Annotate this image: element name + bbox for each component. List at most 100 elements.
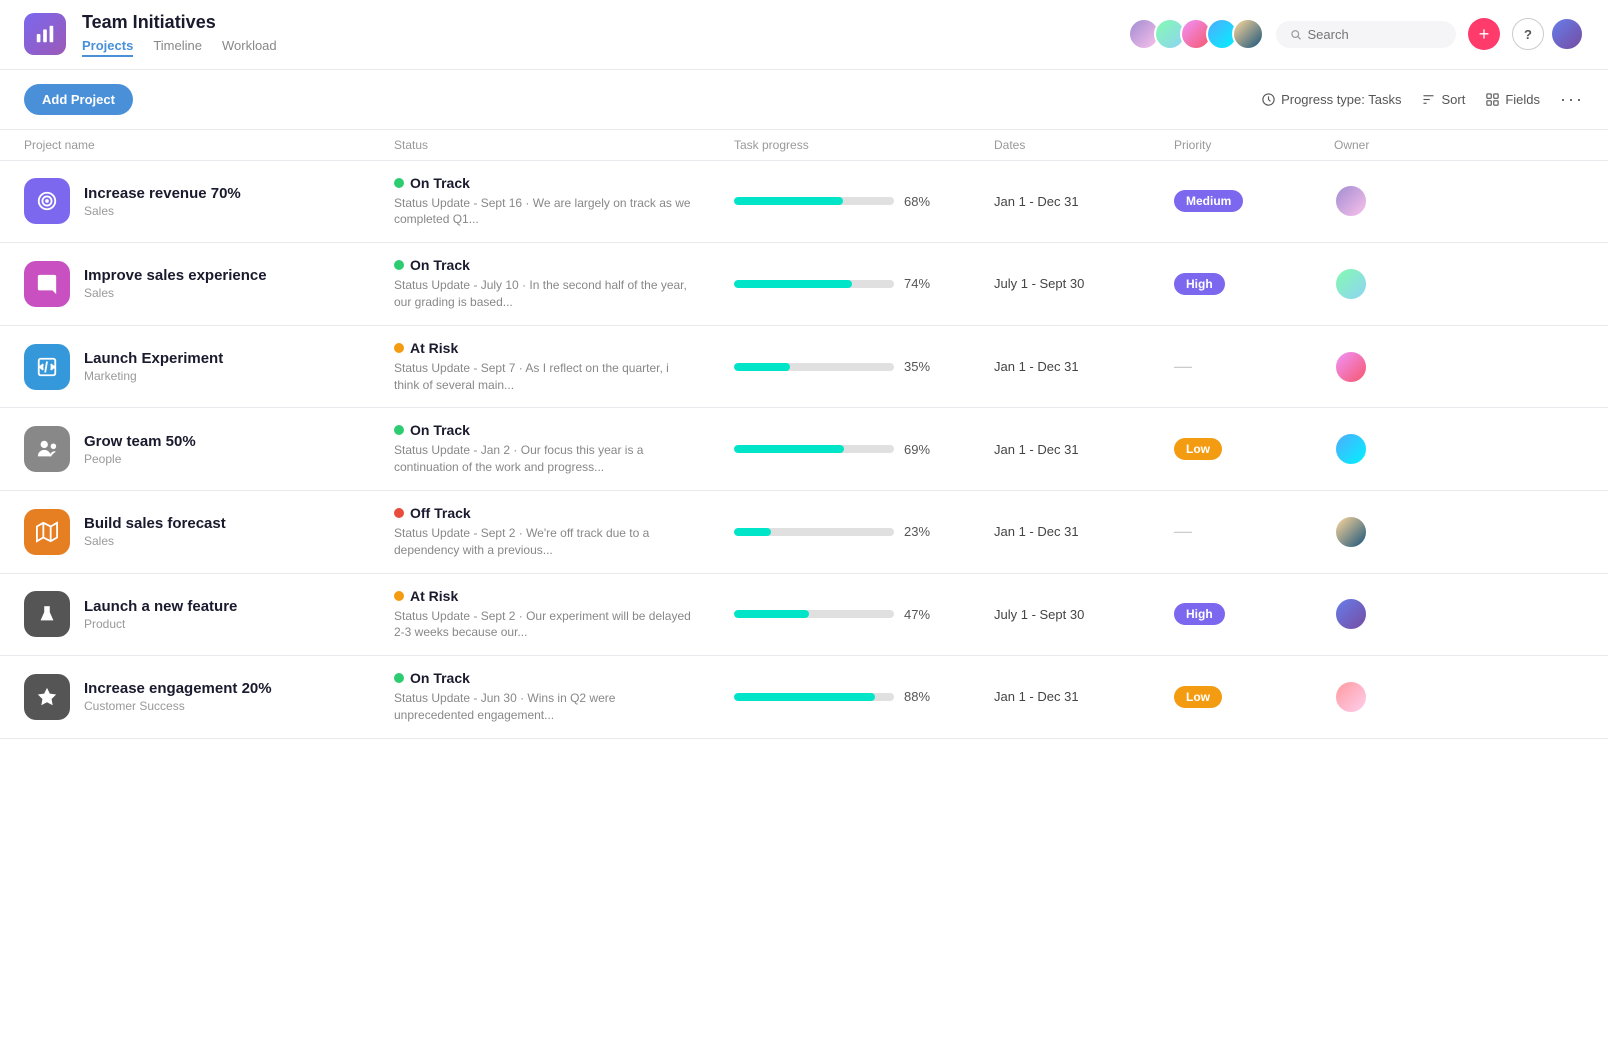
project-cell: Grow team 50% People (24, 426, 394, 472)
avatar (1232, 18, 1264, 50)
search-icon (1290, 28, 1302, 41)
more-options-button[interactable]: ··· (1560, 89, 1584, 110)
tab-projects[interactable]: Projects (82, 38, 133, 57)
owner-avatar (1334, 515, 1368, 549)
status-text: At Risk (410, 588, 458, 604)
priority-none: — (1174, 521, 1194, 541)
project-team: Sales (84, 286, 267, 300)
col-task-progress: Task progress (734, 138, 994, 152)
col-status: Status (394, 138, 734, 152)
project-name: Increase revenue 70% (84, 185, 241, 202)
priority-badge: Medium (1174, 190, 1243, 212)
project-icon (24, 261, 70, 307)
project-info: Increase engagement 20% Customer Success (84, 680, 272, 713)
table-row[interactable]: Grow team 50% People On Track Status Upd… (0, 408, 1608, 491)
progress-type-icon (1261, 92, 1276, 107)
help-button[interactable]: ? (1512, 18, 1544, 50)
priority-cell: High (1174, 603, 1334, 625)
status-cell: At Risk Status Update - Sept 2 · Our exp… (394, 588, 734, 642)
progress-bar-fill (734, 445, 844, 453)
sort-action[interactable]: Sort (1421, 92, 1465, 107)
progress-bar-bg (734, 528, 894, 536)
table-row[interactable]: Build sales forecast Sales Off Track Sta… (0, 491, 1608, 574)
status-cell: On Track Status Update - July 10 · In th… (394, 257, 734, 311)
priority-cell: Low (1174, 686, 1334, 708)
progress-bar-bg (734, 280, 894, 288)
owner-avatar (1334, 680, 1368, 714)
project-icon (24, 591, 70, 637)
status-cell: On Track Status Update - Jun 30 · Wins i… (394, 670, 734, 724)
status-dot (394, 178, 404, 188)
status-text: On Track (410, 422, 470, 438)
add-button[interactable]: + (1468, 18, 1500, 50)
dates-cell: Jan 1 - Dec 31 (994, 689, 1174, 704)
table-row[interactable]: Launch Experiment Marketing At Risk Stat… (0, 326, 1608, 409)
project-icon (24, 509, 70, 555)
search-input[interactable] (1308, 27, 1443, 42)
progress-bar-bg (734, 363, 894, 371)
title-nav: Team Initiatives Projects Timeline Workl… (82, 12, 1112, 57)
table-row[interactable]: Increase revenue 70% Sales On Track Stat… (0, 161, 1608, 244)
table-row[interactable]: Improve sales experience Sales On Track … (0, 243, 1608, 326)
owner-cell (1334, 597, 1434, 631)
project-cell: Improve sales experience Sales (24, 261, 394, 307)
project-info: Launch a new feature Product (84, 598, 237, 631)
fields-action[interactable]: Fields (1485, 92, 1540, 107)
progress-cell: 69% (734, 442, 994, 457)
dates-cell: Jan 1 - Dec 31 (994, 442, 1174, 457)
project-info: Build sales forecast Sales (84, 515, 226, 548)
project-team: Product (84, 617, 237, 631)
progress-pct: 23% (904, 524, 936, 539)
status-update: Status Update - Jan 2 · Our focus this y… (394, 442, 694, 476)
progress-bar-fill (734, 197, 843, 205)
status-label: On Track (394, 175, 734, 191)
project-info: Increase revenue 70% Sales (84, 185, 241, 218)
project-icon (24, 178, 70, 224)
priority-badge: High (1174, 603, 1225, 625)
progress-cell: 88% (734, 689, 994, 704)
priority-cell: — (1174, 356, 1334, 377)
owner-cell (1334, 350, 1434, 384)
priority-cell: Medium (1174, 190, 1334, 212)
nav-tabs: Projects Timeline Workload (82, 38, 1112, 57)
progress-type-action[interactable]: Progress type: Tasks (1261, 92, 1401, 107)
status-label: On Track (394, 422, 734, 438)
project-cell: Build sales forecast Sales (24, 509, 394, 555)
tab-workload[interactable]: Workload (222, 38, 277, 57)
progress-pct: 88% (904, 689, 936, 704)
tab-timeline[interactable]: Timeline (153, 38, 202, 57)
user-avatar[interactable] (1550, 17, 1584, 51)
status-update: Status Update - Jun 30 · Wins in Q2 were… (394, 690, 694, 724)
owner-cell (1334, 184, 1434, 218)
project-icon (24, 426, 70, 472)
project-team: Customer Success (84, 699, 272, 713)
priority-cell: High (1174, 273, 1334, 295)
priority-cell: Low (1174, 438, 1334, 460)
table-row[interactable]: Increase engagement 20% Customer Success… (0, 656, 1608, 739)
col-dates: Dates (994, 138, 1174, 152)
col-owner: Owner (1334, 138, 1434, 152)
add-project-button[interactable]: Add Project (24, 84, 133, 115)
app-icon (24, 13, 66, 55)
progress-cell: 23% (734, 524, 994, 539)
dates-cell: Jan 1 - Dec 31 (994, 194, 1174, 209)
app-header: Team Initiatives Projects Timeline Workl… (0, 0, 1608, 70)
dates-cell: July 1 - Sept 30 (994, 607, 1174, 622)
owner-cell (1334, 680, 1434, 714)
owner-avatar (1334, 597, 1368, 631)
status-update: Status Update - Sept 2 · Our experiment … (394, 608, 694, 642)
status-label: On Track (394, 257, 734, 273)
status-update: Status Update - Sept 2 · We're off track… (394, 525, 694, 559)
status-dot (394, 260, 404, 270)
progress-bar-bg (734, 693, 894, 701)
search-box[interactable] (1276, 21, 1456, 48)
priority-badge: Low (1174, 686, 1222, 708)
status-cell: At Risk Status Update - Sept 7 · As I re… (394, 340, 734, 394)
team-avatars (1128, 18, 1264, 50)
table-row[interactable]: Launch a new feature Product At Risk Sta… (0, 574, 1608, 657)
sort-label: Sort (1441, 92, 1465, 107)
progress-bar-fill (734, 528, 771, 536)
table-body: Increase revenue 70% Sales On Track Stat… (0, 161, 1608, 739)
progress-bar-fill (734, 363, 790, 371)
owner-avatar (1334, 184, 1368, 218)
